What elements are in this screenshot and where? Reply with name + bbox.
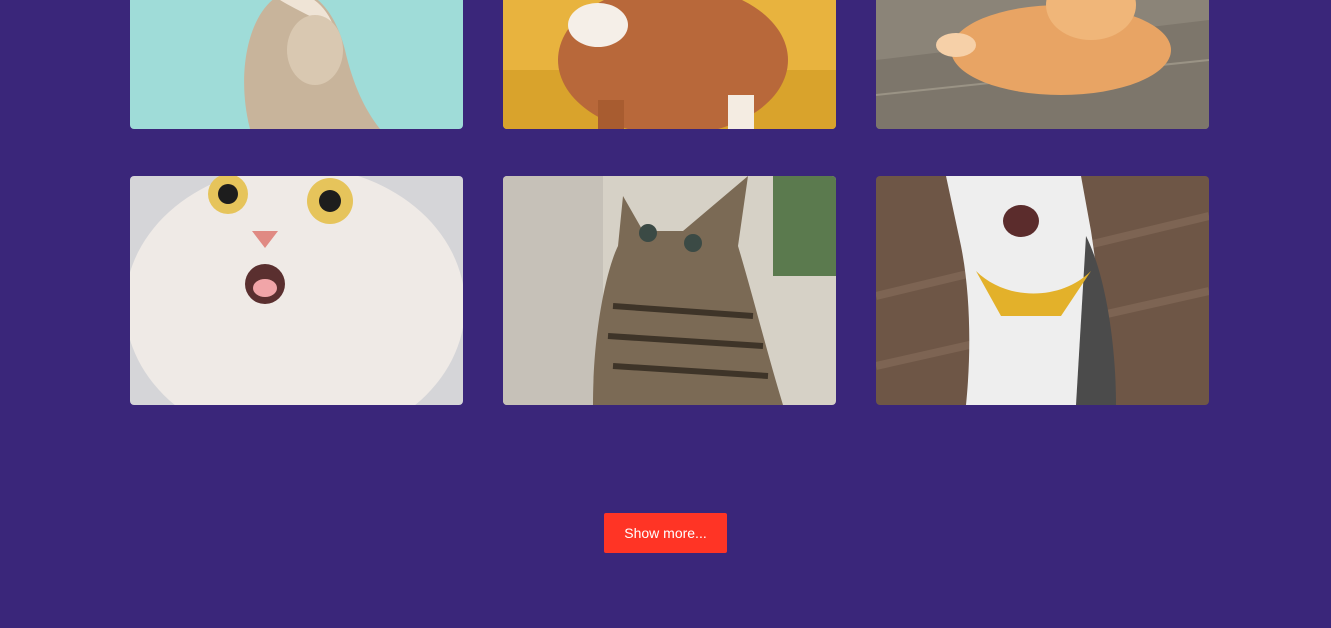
gallery-card[interactable] <box>876 176 1209 405</box>
gallery-card[interactable] <box>130 176 463 405</box>
show-more-container: Show more... <box>0 513 1331 553</box>
page: Show more... <box>0 0 1331 628</box>
cat-photo-wood <box>876 0 1209 129</box>
cat-gallery <box>130 0 1209 405</box>
cat-photo-white <box>130 176 463 405</box>
show-more-button[interactable]: Show more... <box>604 513 727 553</box>
gallery-card[interactable] <box>130 0 463 129</box>
cat-photo-teal <box>130 0 463 129</box>
gallery-card[interactable] <box>503 0 836 129</box>
cat-photo-kitten <box>503 176 836 405</box>
cat-photo-bandana <box>876 176 1209 405</box>
gallery-card[interactable] <box>876 0 1209 129</box>
gallery-card[interactable] <box>503 176 836 405</box>
cat-photo-yellow <box>503 0 836 129</box>
